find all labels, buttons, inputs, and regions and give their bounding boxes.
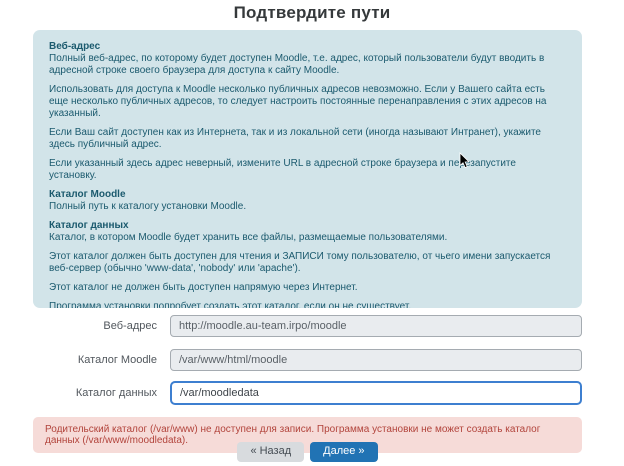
form-row-moodle-dir: Каталог Moodle (33, 349, 582, 371)
web-address-label: Веб-адрес (33, 320, 170, 332)
moodle-dir-input[interactable] (170, 349, 582, 371)
info-paragraph: Использовать для доступа к Moodle нескол… (49, 84, 566, 120)
info-heading-web-address: Веб-адрес (49, 41, 566, 53)
info-heading-moodle-dir: Каталог Moodle (49, 189, 566, 201)
info-paragraph: Этот каталог должен быть доступен для чт… (49, 251, 566, 275)
info-paragraph: Если Ваш сайт доступен как из Интернета,… (49, 127, 566, 151)
info-heading-data-dir: Каталог данных (49, 220, 566, 232)
data-dir-label: Каталог данных (33, 387, 170, 399)
info-section-data-dir: Каталог данных Каталог, в котором Moodle… (49, 220, 566, 308)
page-title: Подтвердите пути (0, 3, 624, 23)
moodle-dir-label: Каталог Moodle (33, 354, 170, 366)
next-button[interactable]: Далее » (310, 442, 377, 462)
info-section-web-address: Веб-адрес Полный веб-адрес, по которому … (49, 41, 566, 182)
info-paragraph: Каталог, в котором Moodle будет хранить … (49, 232, 566, 244)
info-paragraph: Этот каталог не должен быть доступен нап… (49, 282, 566, 294)
back-button[interactable]: « Назад (237, 442, 304, 462)
data-dir-input[interactable] (170, 381, 582, 405)
web-address-input[interactable] (170, 315, 582, 337)
info-paragraph: Полный веб-адрес, по которому будет дост… (49, 53, 566, 77)
form-row-data-dir: Каталог данных (33, 381, 582, 405)
info-paragraph: Полный путь к каталогу установки Moodle. (49, 201, 566, 213)
wizard-buttons: « Назад Далее » (33, 442, 582, 462)
paths-info-panel: Веб-адрес Полный веб-адрес, по которому … (33, 30, 582, 308)
info-section-moodle-dir: Каталог Moodle Полный путь к каталогу ус… (49, 189, 566, 213)
info-paragraph: Программа установки попробует создать эт… (49, 301, 566, 308)
install-confirm-paths-page: Подтвердите пути Веб-адрес Полный веб-ад… (0, 0, 624, 466)
info-paragraph: Если указанный здесь адрес неверный, изм… (49, 158, 566, 182)
form-row-web-address: Веб-адрес (33, 315, 582, 337)
